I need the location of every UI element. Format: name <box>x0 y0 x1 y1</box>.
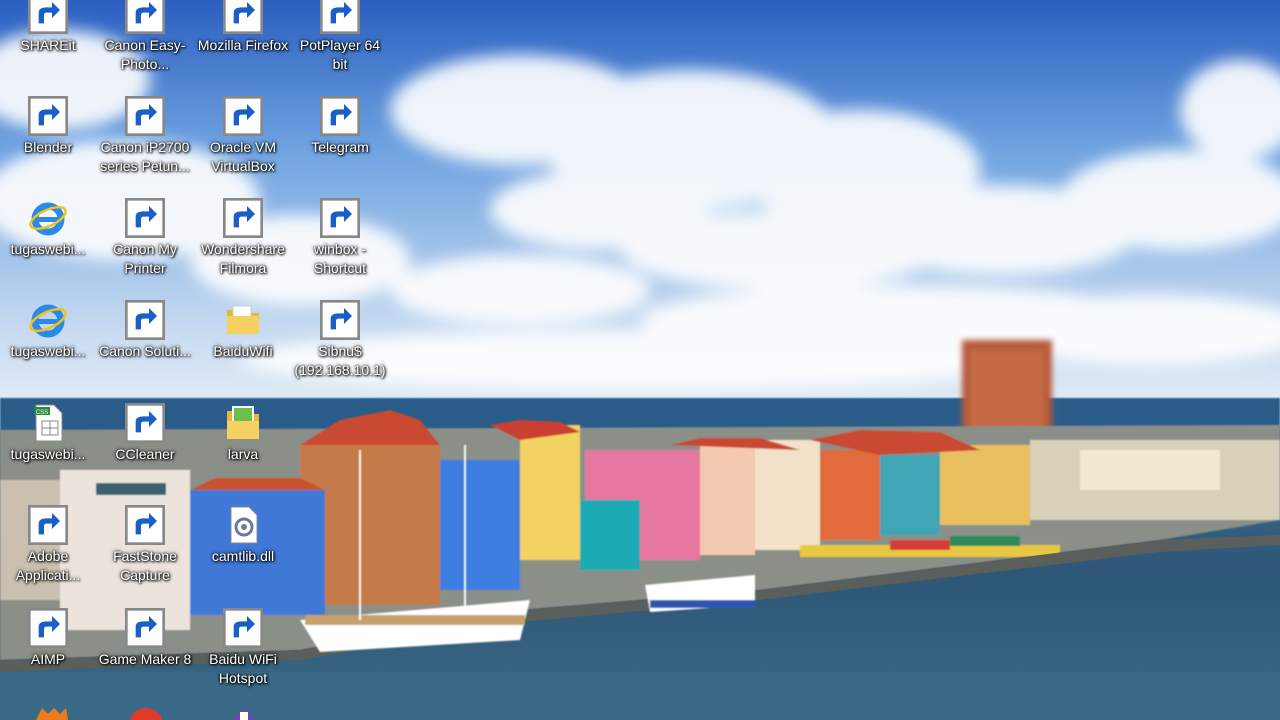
winbox-icon <box>320 198 360 238</box>
dll-file-icon <box>223 505 263 545</box>
network-folder-icon <box>320 300 360 340</box>
desktop-icon-canon-ip2700[interactable]: ? Canon iP2700 series Petun... <box>97 94 193 196</box>
filmora-icon <box>223 198 263 238</box>
desktop-icon-ccleaner[interactable]: CCleaner <box>97 401 193 503</box>
virtualbox-icon <box>223 96 263 136</box>
canon-my-printer-icon <box>125 198 165 238</box>
shortcut-arrow-icon <box>125 608 165 648</box>
icon-label: AIMP <box>30 651 66 667</box>
shortcut-arrow-icon <box>125 96 165 136</box>
icon-label: tugaswebi... <box>10 241 86 257</box>
desktop-icon-canon-my-printer[interactable]: Canon My Printer <box>97 196 193 298</box>
icon-label: Sibnu$ (192.168.10.1) <box>294 343 386 378</box>
icon-label: Baidu WiFi Hotspot <box>209 651 277 686</box>
ccleaner-icon <box>125 403 165 443</box>
shortcut-arrow-icon <box>125 300 165 340</box>
icon-label: tugaswebi... <box>10 343 86 359</box>
desktop-icon-adobe[interactable]: Adobe Applicati... <box>0 503 96 605</box>
icon-label: Canon Soluti... <box>99 343 191 359</box>
icon-label: Telegram <box>311 139 369 155</box>
desktop-icon-mozilla-firefox[interactable]: Mozilla Firefox <box>195 0 291 94</box>
icon-label: winbox - Shortcut <box>313 241 367 276</box>
icon-label: Blender <box>23 139 73 155</box>
css-file-icon: CSS <box>28 403 68 443</box>
telegram-icon <box>320 96 360 136</box>
firefox-icon <box>223 0 263 34</box>
shortcut-arrow-icon <box>28 608 68 648</box>
purple-app-icon[interactable] <box>226 706 262 720</box>
shortcut-arrow-icon <box>28 96 68 136</box>
shortcut-arrow-icon <box>320 300 360 340</box>
desktop-icon-filmora[interactable]: Wondershare Filmora <box>195 196 291 298</box>
image-folder-icon <box>223 403 263 443</box>
desktop-icon-virtualbox[interactable]: Oracle VM VirtualBox <box>195 94 291 196</box>
desktop-icon-aimp[interactable]: AIMP <box>0 606 96 708</box>
desktop-icon-baidu-wifi-hotspot[interactable]: Baidu WiFi Hotspot <box>195 606 291 708</box>
desktop-icon-winbox[interactable]: winbox - Shortcut <box>292 196 388 298</box>
desktop-icon-faststone[interactable]: FastStone Capture <box>97 503 193 605</box>
shortcut-arrow-icon <box>223 0 263 34</box>
shareit-icon <box>28 0 68 34</box>
desktop-icon-tugasweb-1[interactable]: tugaswebi... <box>0 196 96 298</box>
desktop-icon-larva[interactable]: larva <box>195 401 291 503</box>
internet-explorer-icon <box>28 198 68 238</box>
icon-label: FastStone Capture <box>113 548 177 583</box>
faststone-capture-icon <box>125 505 165 545</box>
desktop-icon-shareit[interactable]: SHAREit <box>0 0 96 94</box>
game-maker-icon <box>125 608 165 648</box>
potplayer-icon <box>320 0 360 34</box>
icon-label: CCleaner <box>115 446 175 462</box>
desktop-icon-sibnus[interactable]: Sibnu$ (192.168.10.1) <box>292 298 388 400</box>
shortcut-arrow-icon <box>223 198 263 238</box>
svg-text:CSS: CSS <box>36 410 48 416</box>
desktop[interactable]: SHAREit Canon Easy-Photo... Mozilla Fire… <box>0 0 1280 720</box>
icon-label: Canon iP2700 series Petun... <box>100 139 190 174</box>
desktop-icon-blender[interactable]: Blender <box>0 94 96 196</box>
shortcut-arrow-icon <box>28 0 68 34</box>
icon-label: BaiduWifi <box>213 343 273 359</box>
icon-label: Canon My Printer <box>113 241 177 276</box>
canon-solution-menu-icon <box>125 300 165 340</box>
icon-label: camtlib.dll <box>211 548 275 564</box>
desktop-icon-tugasweb-2[interactable]: tugaswebi... <box>0 298 96 400</box>
icon-label: Mozilla Firefox <box>197 37 289 53</box>
shortcut-arrow-icon <box>320 0 360 34</box>
desktop-icon-potplayer[interactable]: PotPlayer 64 bit <box>292 0 388 94</box>
shortcut-arrow-icon <box>125 0 165 34</box>
desktop-icon-baiduwifi-folder[interactable]: BaiduWifi <box>195 298 291 400</box>
shortcut-arrow-icon <box>223 96 263 136</box>
shortcut-arrow-icon <box>320 198 360 238</box>
desktop-icon-canon-solution[interactable]: Canon Soluti... <box>97 298 193 400</box>
aimp-icon <box>28 608 68 648</box>
icon-label: Oracle VM VirtualBox <box>209 139 277 174</box>
icon-label: SHAREit <box>20 37 76 53</box>
shortcut-arrow-icon <box>125 198 165 238</box>
icon-label: larva <box>227 446 259 462</box>
desktop-icon-telegram[interactable]: Telegram <box>292 94 388 196</box>
shortcut-arrow-icon <box>28 505 68 545</box>
icon-label: Wondershare Filmora <box>201 241 285 276</box>
desktop-icon-tugasweb-css[interactable]: CSS tugaswebi... <box>0 401 96 503</box>
blender-icon <box>28 96 68 136</box>
desktop-icon-canon-easy-photo[interactable]: Canon Easy-Photo... <box>97 0 193 94</box>
icon-label: Adobe Applicati... <box>15 548 81 583</box>
internet-explorer-icon <box>28 300 68 340</box>
adobe-icon <box>28 505 68 545</box>
orange-app-icon[interactable] <box>34 706 70 720</box>
baidu-wifi-icon <box>223 608 263 648</box>
icon-label: PotPlayer 64 bit <box>299 37 381 72</box>
red-app-icon[interactable] <box>128 706 164 720</box>
icon-label: Canon Easy-Photo... <box>104 37 186 72</box>
desktop-icon-camtlib[interactable]: camtlib.dll <box>195 503 291 605</box>
printer-manual-icon: ? <box>125 96 165 136</box>
icon-label: tugaswebi... <box>10 446 86 462</box>
shortcut-arrow-icon <box>125 403 165 443</box>
icon-label: Game Maker 8 <box>98 651 192 667</box>
folder-icon <box>223 300 263 340</box>
shortcut-arrow-icon <box>320 96 360 136</box>
desktop-icon-game-maker[interactable]: Game Maker 8 <box>97 606 193 708</box>
shortcut-arrow-icon <box>125 505 165 545</box>
shortcut-arrow-icon <box>223 608 263 648</box>
canon-easy-photoprint-icon <box>125 0 165 34</box>
